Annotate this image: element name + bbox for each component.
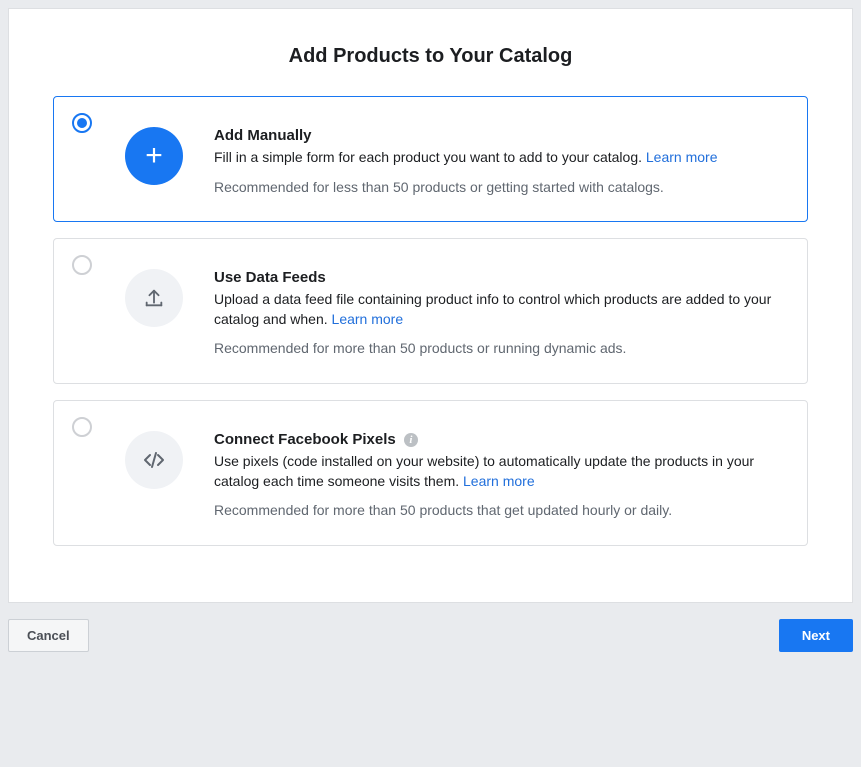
icon-col (94, 415, 214, 489)
option-recommendation: Recommended for less than 50 products or… (214, 178, 789, 198)
code-icon (125, 431, 183, 489)
radio-col (72, 253, 94, 278)
info-icon[interactable]: i (404, 433, 418, 447)
radio-button[interactable] (72, 255, 92, 275)
radio-button[interactable] (72, 417, 92, 437)
radio-col (72, 111, 94, 136)
option-text: Add Manually Fill in a simple form for e… (214, 111, 789, 197)
option-description-text: Fill in a simple form for each product y… (214, 149, 642, 165)
learn-more-link[interactable]: Learn more (332, 311, 404, 327)
option-recommendation: Recommended for more than 50 products or… (214, 339, 789, 359)
option-text: Connect Facebook Pixels i Use pixels (co… (214, 415, 789, 521)
option-connect-pixels[interactable]: Connect Facebook Pixels i Use pixels (co… (53, 400, 808, 546)
radio-button[interactable] (72, 113, 92, 133)
radio-col (72, 415, 94, 440)
learn-more-link[interactable]: Learn more (463, 473, 535, 489)
icon-col (94, 253, 214, 327)
page-title: Add Products to Your Catalog (53, 45, 808, 68)
option-description: Fill in a simple form for each product y… (214, 148, 789, 168)
option-add-manually[interactable]: + Add Manually Fill in a simple form for… (53, 96, 808, 222)
option-title-text: Connect Facebook Pixels (214, 431, 396, 448)
footer-actions: Cancel Next (8, 619, 853, 652)
next-button[interactable]: Next (779, 619, 853, 652)
plus-icon: + (125, 127, 183, 185)
option-title: Connect Facebook Pixels i (214, 431, 789, 448)
cancel-button[interactable]: Cancel (8, 619, 89, 652)
option-recommendation: Recommended for more than 50 products th… (214, 501, 789, 521)
option-data-feeds[interactable]: Use Data Feeds Upload a data feed file c… (53, 238, 808, 384)
icon-col: + (94, 111, 214, 185)
learn-more-link[interactable]: Learn more (646, 149, 718, 165)
option-description: Upload a data feed file containing produ… (214, 290, 789, 329)
upload-icon (125, 269, 183, 327)
catalog-add-panel: Add Products to Your Catalog + Add Manua… (8, 8, 853, 603)
option-description: Use pixels (code installed on your websi… (214, 452, 789, 491)
option-description-text: Upload a data feed file containing produ… (214, 291, 771, 327)
option-title: Use Data Feeds (214, 269, 789, 286)
option-title: Add Manually (214, 127, 789, 144)
option-text: Use Data Feeds Upload a data feed file c… (214, 253, 789, 359)
